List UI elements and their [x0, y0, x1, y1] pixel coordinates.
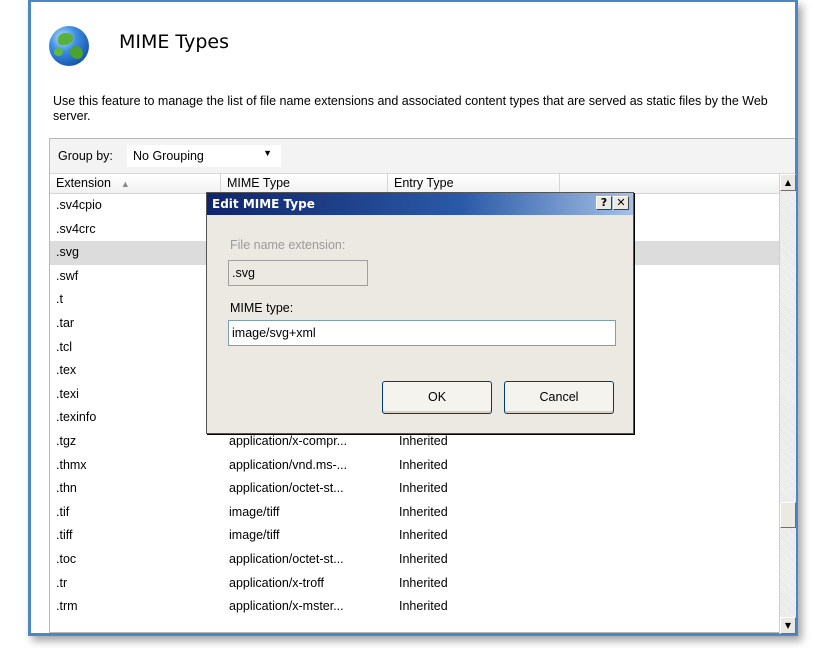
extension-cell: .t: [56, 292, 63, 307]
entry-type-cell: Inherited: [399, 504, 448, 519]
scroll-down-button[interactable]: ▼: [780, 617, 796, 634]
help-button[interactable]: ?: [596, 196, 612, 210]
extension-cell: .tex: [56, 363, 77, 378]
group-by-label: Group by:: [58, 149, 113, 163]
scroll-up-button[interactable]: ▲: [780, 174, 796, 191]
extension-field[interactable]: [228, 260, 368, 286]
extension-cell: .tiff: [56, 528, 73, 543]
column-header-mime-type[interactable]: MIME Type: [221, 174, 388, 193]
page-title: MIME Types: [119, 31, 229, 53]
table-row[interactable]: .tif image/tiff Inherited: [50, 501, 779, 525]
column-header-entry-type[interactable]: Entry Type: [388, 174, 560, 193]
entry-type-cell: Inherited: [399, 528, 448, 543]
entry-type-cell: Inherited: [399, 481, 448, 496]
extension-cell: .tcl: [56, 339, 72, 354]
mime-type-cell: application/octet-st...: [229, 551, 344, 566]
table-header: Extension ▲ MIME Type Entry Type: [50, 174, 795, 194]
mime-type-cell: application/vnd.ms-...: [229, 457, 348, 472]
entry-type-cell: Inherited: [399, 457, 448, 472]
extension-cell: .tr: [56, 575, 68, 590]
mime-type-cell: application/x-mster...: [229, 599, 344, 614]
extension-cell: .thmx: [56, 457, 87, 472]
sort-ascending-icon: ▲: [120, 179, 130, 189]
extension-label: File name extension:: [230, 238, 346, 252]
extension-cell: .swf: [56, 268, 79, 283]
vertical-scrollbar[interactable]: ▲ ▼: [779, 174, 796, 634]
extension-cell: .toc: [56, 551, 77, 566]
extension-cell: .thn: [56, 481, 77, 496]
scroll-thumb[interactable]: [780, 502, 796, 528]
edit-mime-type-dialog: Edit MIME Type ? ✕ File name extension: …: [206, 192, 634, 434]
table-row[interactable]: .toc application/octet-st... Inherited: [50, 548, 779, 572]
ok-button[interactable]: OK: [382, 381, 492, 414]
table-row[interactable]: .tr application/x-troff Inherited: [50, 572, 779, 596]
extension-cell: .sv4cpio: [56, 198, 102, 212]
extension-cell: .sv4crc: [56, 221, 96, 236]
chevron-down-icon: ▼: [263, 148, 272, 158]
table-row[interactable]: .thn application/octet-st... Inherited: [50, 477, 779, 501]
globe-icon: [49, 26, 89, 66]
group-bar: Group by: No Grouping ▼: [50, 139, 795, 174]
extension-cell: .tif: [56, 504, 70, 519]
extension-cell: .tar: [56, 315, 75, 330]
entry-type-cell: Inherited: [399, 575, 448, 590]
mime-type-label: MIME type:: [230, 301, 294, 315]
close-button[interactable]: ✕: [613, 196, 629, 210]
extension-cell: .svg: [56, 245, 79, 260]
mime-type-cell: application/x-troff: [229, 575, 324, 590]
dialog-title: Edit MIME Type: [212, 197, 315, 211]
group-by-value: No Grouping: [133, 149, 204, 163]
table-row[interactable]: .thmx application/vnd.ms-... Inherited: [50, 454, 779, 478]
mime-type-cell: image/tiff: [229, 504, 280, 519]
mime-type-cell: application/octet-st...: [229, 481, 344, 496]
extension-cell: .texinfo: [56, 410, 97, 425]
entry-type-cell: Inherited: [399, 599, 448, 614]
entry-type-cell: Inherited: [399, 551, 448, 566]
extension-cell: .tgz: [56, 433, 77, 448]
extension-cell: .texi: [56, 386, 79, 401]
dialog-title-bar[interactable]: Edit MIME Type ? ✕: [207, 193, 633, 215]
mime-type-field[interactable]: [228, 320, 616, 346]
table-row[interactable]: .tiff image/tiff Inherited: [50, 524, 779, 548]
group-by-select[interactable]: No Grouping ▼: [127, 145, 281, 167]
page-description: Use this feature to manage the list of f…: [53, 94, 768, 123]
mime-type-cell: image/tiff: [229, 528, 280, 543]
extension-cell: .trm: [56, 599, 78, 614]
table-row[interactable]: .trm application/x-mster... Inherited: [50, 595, 779, 619]
cancel-button[interactable]: Cancel: [504, 381, 614, 414]
column-header-extension[interactable]: Extension ▲: [50, 174, 221, 193]
